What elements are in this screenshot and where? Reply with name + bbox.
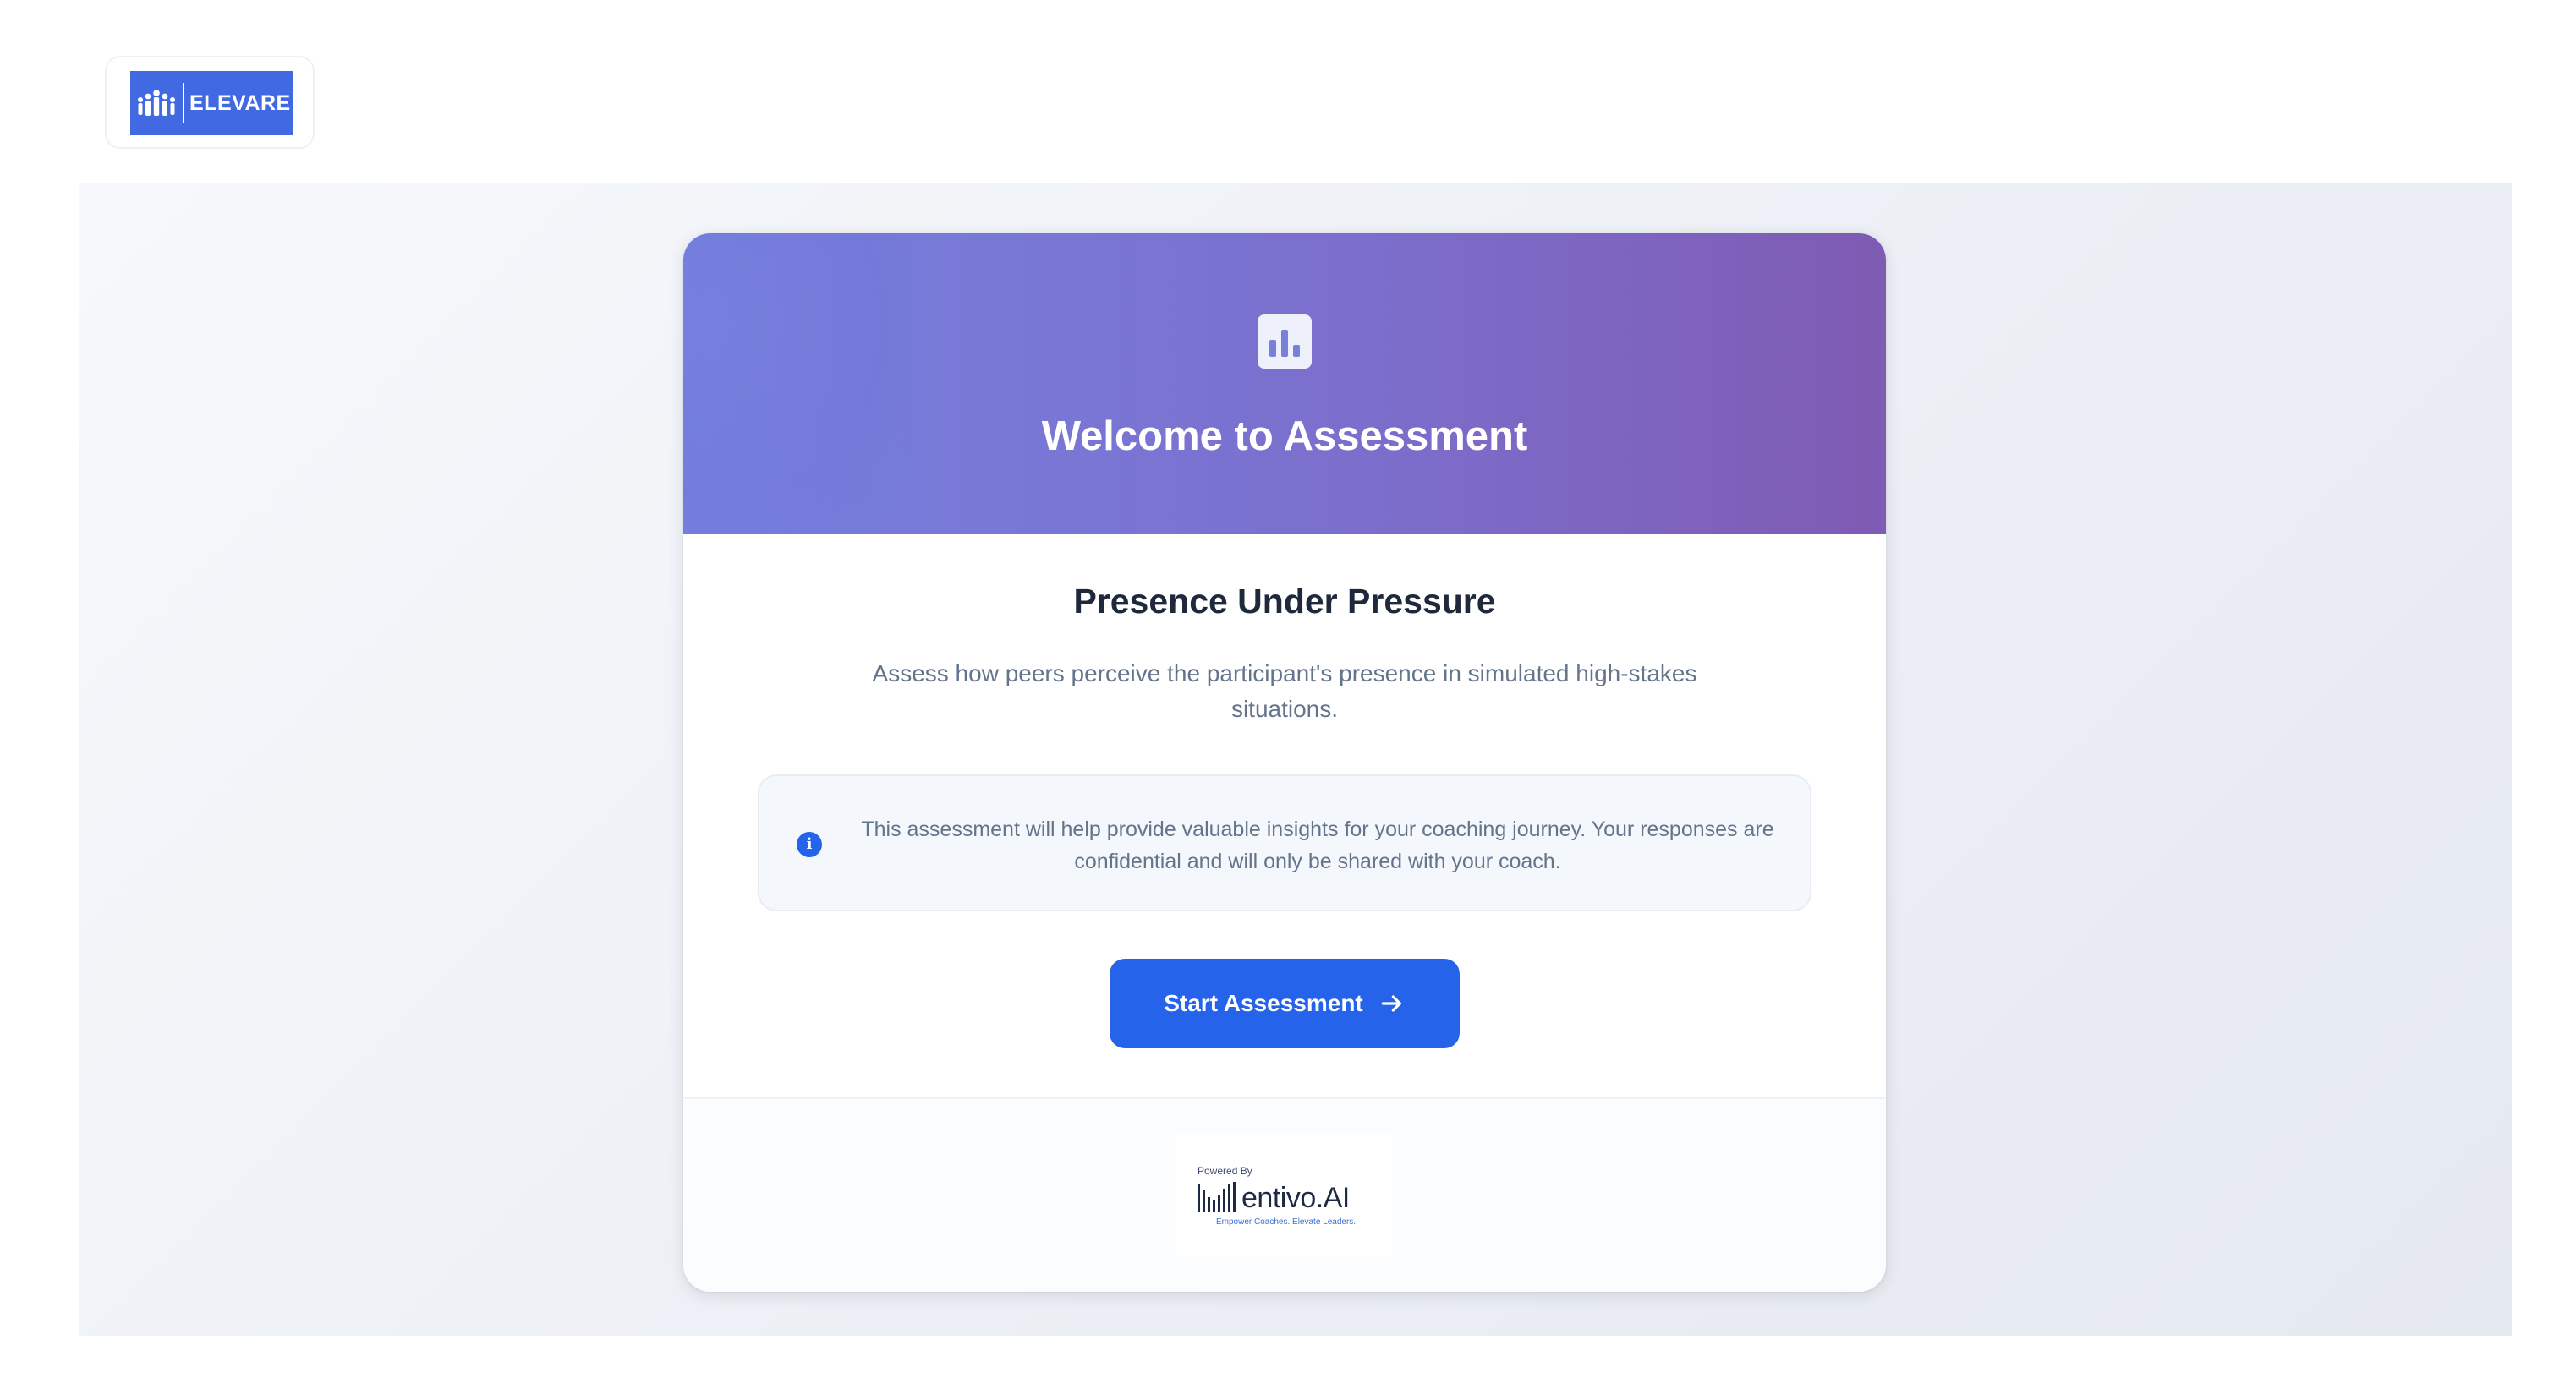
info-text: This assessment will help provide valuab… [861,818,1774,873]
card-header: Welcome to Assessment [683,233,1886,534]
assessment-card: Welcome to Assessment Presence Under Pre… [683,233,1886,1292]
product-tagline: Empower Coaches. Elevate Leaders. [1216,1217,1357,1227]
start-assessment-button[interactable]: Start Assessment [1110,959,1460,1048]
logo-divider [183,83,184,123]
arrow-right-icon [1381,995,1401,1012]
bar-chart-icon [1258,314,1312,369]
welcome-title: Welcome to Assessment [1041,413,1528,459]
brand-logo-container[interactable]: ELEVARE [105,56,315,149]
info-icon: i [797,832,822,857]
start-assessment-label: Start Assessment [1164,990,1363,1016]
brand-logo: ELEVARE [130,71,293,135]
info-panel: i This assessment will help provide valu… [758,774,1811,911]
powered-by-label: Powered By [1198,1165,1252,1177]
equalizer-icon [1198,1182,1236,1212]
header-texture [683,233,912,534]
product-name: entivo.AI [1241,1182,1350,1214]
assessment-description: Assess how peers perceive the participan… [872,660,1697,722]
brand-name: ELEVARE [189,90,291,115]
card-footer: Powered By entivo.AI Empower Coaches. El… [683,1097,1886,1292]
assessment-title: Presence Under Pressure [1073,582,1496,621]
powered-by-logo[interactable]: Powered By entivo.AI Empower Coaches. El… [1176,1133,1392,1256]
people-icon [138,90,175,116]
top-bar: ELEVARE [0,0,2576,183]
